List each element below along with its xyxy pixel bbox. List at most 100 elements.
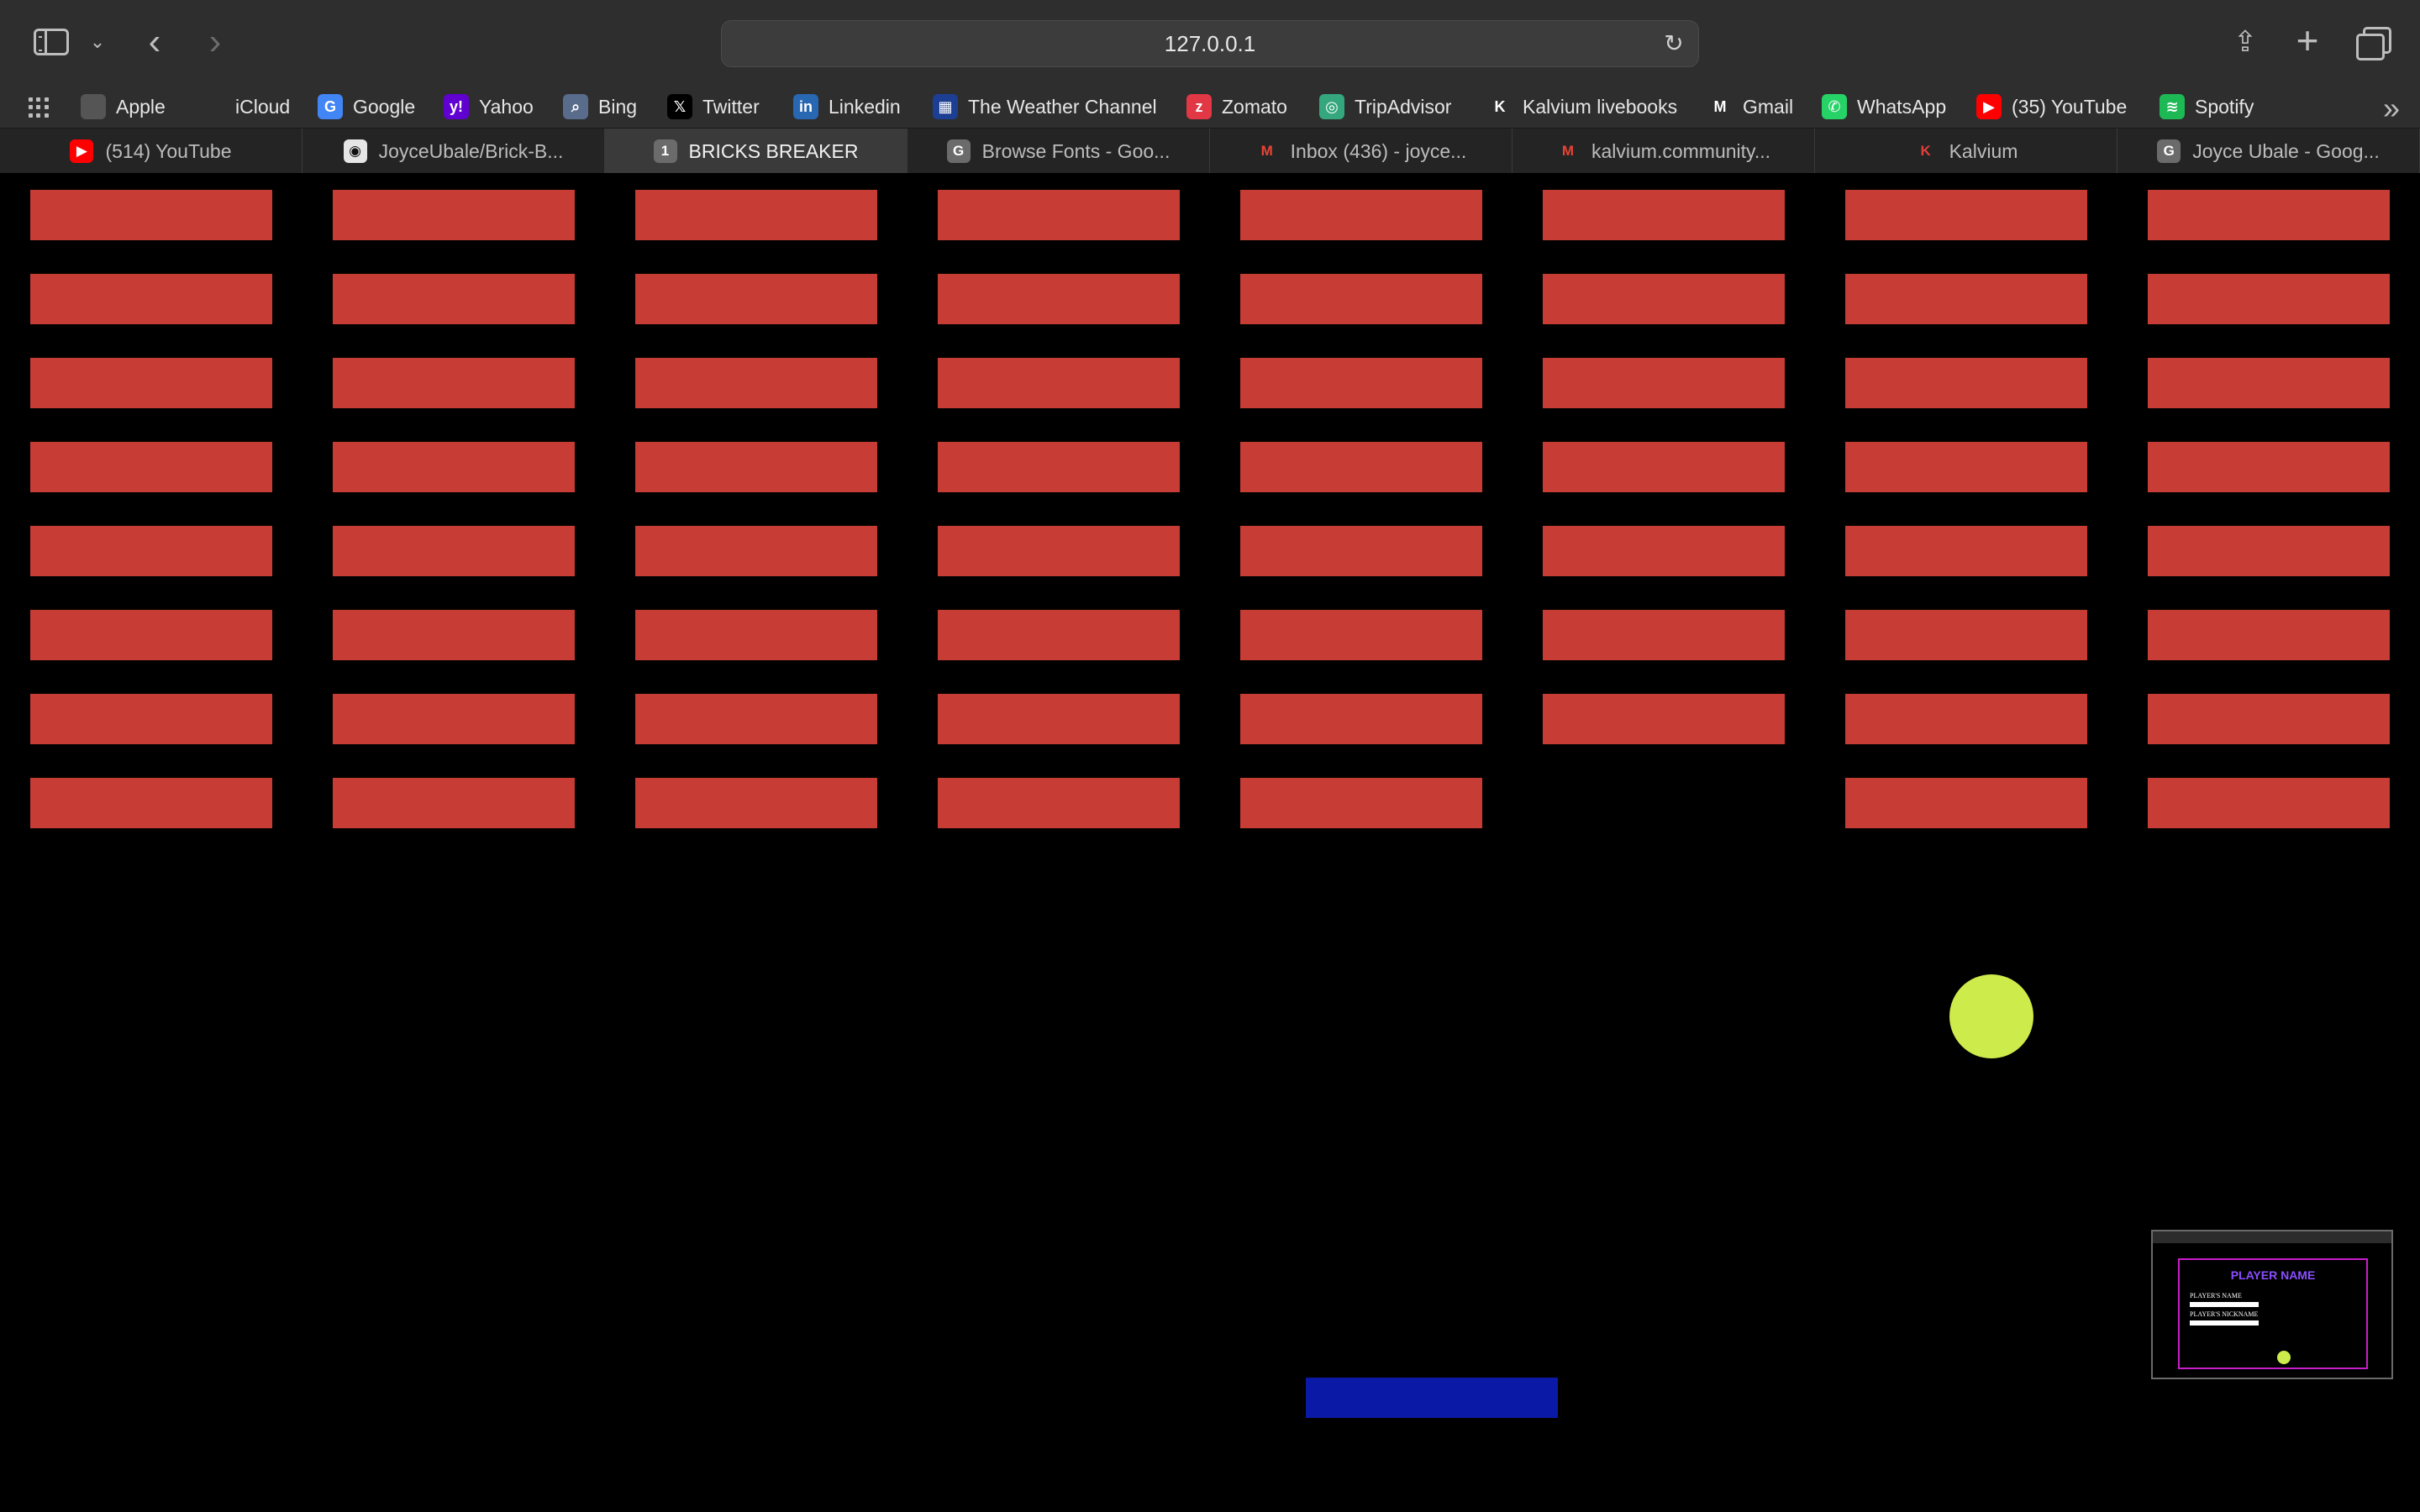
- brick: [30, 778, 272, 828]
- bookmark-label: Kalvium livebooks: [1523, 95, 1678, 118]
- google-fonts-icon: G: [946, 139, 971, 163]
- thumbnail-chrome: [2153, 1231, 2391, 1243]
- brick: [1845, 610, 2087, 660]
- brick: [2148, 778, 2390, 828]
- bookmark-the-weather-channel[interactable]: ▦ The Weather Channel: [933, 86, 1157, 128]
- bookmark-whatsapp[interactable]: ✆ WhatsApp: [1822, 86, 1946, 128]
- tab-label: (514) YouTube: [105, 139, 232, 162]
- brick: [2148, 610, 2390, 660]
- bookmark-35-youtube[interactable]: ▶ (35) YouTube: [1976, 86, 2127, 128]
- bookmark-label: WhatsApp: [1857, 95, 1947, 118]
- kalvium-icon: K: [1487, 94, 1512, 119]
- brick: [2148, 442, 2390, 492]
- brick: [30, 694, 272, 744]
- bookmark-spotify[interactable]: ≋ Spotify: [2160, 86, 2254, 128]
- brick: [333, 526, 575, 576]
- forward-arrow-icon[interactable]: ›: [200, 24, 230, 60]
- bookmark-label: Google: [353, 95, 416, 118]
- gmail-icon: M: [1707, 94, 1733, 119]
- brick: [938, 358, 1180, 408]
- brick: [635, 778, 877, 828]
- browser-tab[interactable]: ◉ JoyceUbale/Brick-B...: [302, 129, 605, 174]
- share-icon[interactable]: ⇪: [2228, 24, 2262, 60]
- bookmark-label: The Weather Channel: [968, 95, 1157, 118]
- brick: [635, 358, 877, 408]
- gmail-icon: M: [1255, 139, 1279, 163]
- bookmark-kalvium-livebooks[interactable]: K Kalvium livebooks: [1487, 86, 1677, 128]
- bookmark-label: Zomato: [1222, 95, 1287, 118]
- brick: [1845, 442, 2087, 492]
- brick: [1240, 442, 1482, 492]
- paddle[interactable]: [1306, 1378, 1558, 1418]
- tripadvisor-icon: ◎: [1319, 94, 1344, 119]
- brick: [1543, 358, 1785, 408]
- browser-tab[interactable]: G Browse Fonts - Goo...: [908, 129, 1210, 174]
- google-icon: G: [2157, 139, 2181, 163]
- brick: [30, 274, 272, 324]
- bookmark-tripadvisor[interactable]: ◎ TripAdvisor: [1319, 86, 1451, 128]
- brick: [635, 190, 877, 240]
- thumbnail-start-button: [2277, 1351, 2291, 1364]
- tab-overview-icon[interactable]: [2356, 27, 2391, 60]
- brick: [2148, 694, 2390, 744]
- browser-tab[interactable]: 1 BRICKS BREAKER: [605, 129, 908, 174]
- bookmark-apple[interactable]: Apple: [81, 86, 166, 128]
- chevron-down-icon[interactable]: ⌄: [87, 29, 108, 55]
- browser-tab[interactable]: G Joyce Ubale - Goog...: [2118, 129, 2420, 174]
- bookmark-zomato[interactable]: z Zomato: [1186, 86, 1287, 128]
- bookmark-label: TripAdvisor: [1355, 95, 1452, 118]
- brick: [1240, 274, 1482, 324]
- kalvium-icon: K: [1913, 139, 1938, 163]
- new-tab-icon[interactable]: +: [2291, 18, 2324, 62]
- game-canvas[interactable]: PLAYER NAME PLAYER'S NAME PLAYER'S NICKN…: [0, 173, 2420, 1512]
- brick: [1240, 526, 1482, 576]
- brick: [635, 442, 877, 492]
- browser-tab[interactable]: ▶ (514) YouTube: [0, 129, 302, 174]
- sidebar-toggle-icon[interactable]: [34, 29, 69, 55]
- brick: [333, 610, 575, 660]
- yahoo-icon: y!: [444, 94, 469, 119]
- browser-tab[interactable]: Mkalvium.community...: [1512, 129, 1815, 174]
- brick: [938, 778, 1180, 828]
- tab-label: Inbox (436) - joyce...: [1290, 139, 1467, 162]
- bookmark-linkedin[interactable]: in Linkedin: [793, 86, 901, 128]
- brick: [938, 190, 1180, 240]
- brick: [333, 694, 575, 744]
- more-bookmarks-icon[interactable]: »: [2383, 91, 2400, 126]
- brick: [1543, 190, 1785, 240]
- bing-icon: ⌕: [563, 94, 588, 119]
- whatsapp-icon: ✆: [1822, 94, 1847, 119]
- brick: [1240, 358, 1482, 408]
- ball: [1949, 974, 2033, 1058]
- tab-strip: ▶ (514) YouTube ◉ JoyceUbale/Brick-B... 1 BRI…: [0, 128, 2420, 174]
- thumbnail-name-label: PLAYER'S NAME: [2190, 1292, 2242, 1299]
- brick: [938, 526, 1180, 576]
- brick: [635, 694, 877, 744]
- browser-tab[interactable]: M Inbox (436) - joyce...: [1210, 129, 1512, 174]
- bookmark-icloud[interactable]: iCloud: [200, 86, 290, 128]
- apps-grid-icon[interactable]: [29, 97, 49, 118]
- brick: [938, 694, 1180, 744]
- bookmark-gmail[interactable]: M Gmail: [1707, 86, 1793, 128]
- brick: [2148, 274, 2390, 324]
- reload-icon[interactable]: ↻: [1661, 31, 1686, 56]
- brick: [1240, 778, 1482, 828]
- gmail-icon: M: [1555, 139, 1580, 163]
- brick: [333, 358, 575, 408]
- brick: [1845, 358, 2087, 408]
- back-arrow-icon[interactable]: ‹: [139, 24, 170, 60]
- bookmark-label: Apple: [116, 95, 166, 118]
- screenshot-thumbnail[interactable]: PLAYER NAME PLAYER'S NAME PLAYER'S NICKN…: [2151, 1230, 2393, 1379]
- bookmark-bing[interactable]: ⌕ Bing: [563, 86, 637, 128]
- page-icon: 1: [653, 139, 677, 163]
- bookmark-yahoo[interactable]: y! Yahoo: [444, 86, 534, 128]
- brick: [938, 442, 1180, 492]
- brick: [1543, 610, 1785, 660]
- address-bar[interactable]: 127.0.0.1 ↻: [721, 20, 1699, 67]
- bookmark-label: iCloud: [235, 95, 291, 118]
- x-icon: 𝕏: [667, 94, 692, 119]
- bookmark-google[interactable]: G Google: [318, 86, 415, 128]
- bookmark-twitter[interactable]: 𝕏 Twitter: [667, 86, 760, 128]
- brick: [2148, 526, 2390, 576]
- browser-tab[interactable]: K Kalvium: [1815, 129, 2118, 174]
